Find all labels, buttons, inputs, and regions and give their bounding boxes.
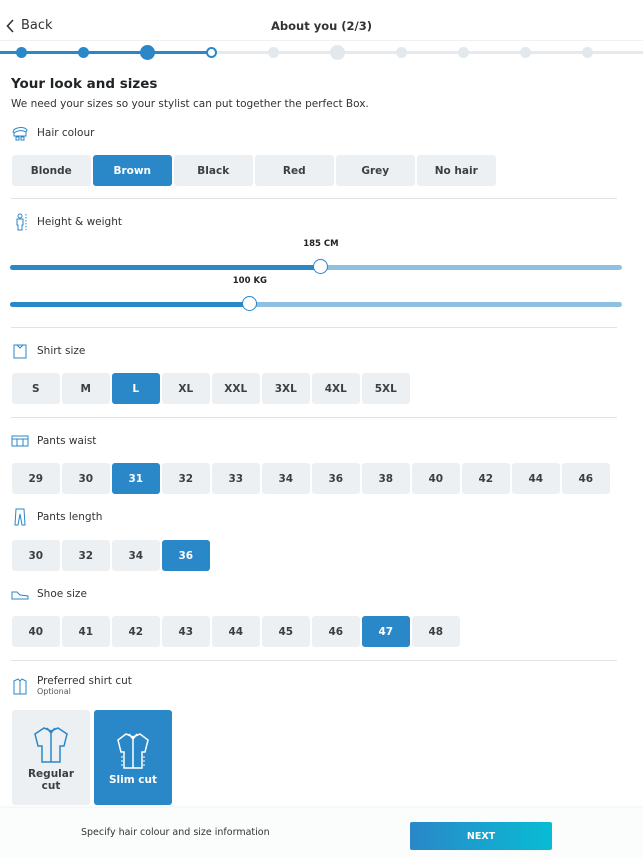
shoe-size-options: 40 41 42 43 44 45 46 47 48 bbox=[12, 616, 460, 647]
pants-waist-option[interactable]: 32 bbox=[162, 463, 210, 494]
pants-waist-option[interactable]: 38 bbox=[362, 463, 410, 494]
progress-step bbox=[15, 47, 27, 58]
shoe-size-option[interactable]: 46 bbox=[312, 616, 360, 647]
weight-slider-thumb[interactable] bbox=[242, 296, 258, 311]
pants-waist-option[interactable]: 44 bbox=[512, 463, 560, 494]
pants-length-options: 30 32 34 36 bbox=[12, 540, 210, 571]
hair-colour-option[interactable]: Brown bbox=[93, 155, 172, 186]
height-weight-label: Height & weight bbox=[11, 213, 122, 231]
pants-length-option[interactable]: 36 bbox=[162, 540, 210, 571]
page-header-title: About you (2/3) bbox=[270, 19, 373, 33]
progress-fill bbox=[0, 51, 211, 54]
pants-length-option[interactable]: 34 bbox=[112, 540, 160, 571]
hair-colour-option[interactable]: Red bbox=[255, 155, 334, 186]
shirt-size-options: S M L XL XXL 3XL 4XL 5XL bbox=[12, 373, 410, 404]
person-icon bbox=[16, 213, 27, 231]
pants-waist-options: 29 30 31 32 33 34 36 38 40 42 44 46 bbox=[12, 463, 610, 494]
weight-slider[interactable]: 100 KG bbox=[10, 276, 622, 311]
waist-icon bbox=[11, 435, 29, 447]
shirt-size-option[interactable]: 5XL bbox=[362, 373, 410, 404]
pants-waist-option[interactable]: 31 bbox=[112, 463, 160, 494]
pants-waist-option[interactable]: 46 bbox=[562, 463, 610, 494]
pants-length-label: Pants length bbox=[11, 508, 102, 526]
shoe-size-label: Shoe size bbox=[11, 585, 87, 603]
shoe-size-option[interactable]: 47 bbox=[362, 616, 410, 647]
slim-shirt-icon bbox=[117, 732, 149, 769]
shoe-size-option[interactable]: 43 bbox=[162, 616, 210, 647]
pants-waist-option[interactable]: 36 bbox=[312, 463, 360, 494]
progress-step bbox=[205, 47, 217, 58]
pants-waist-option[interactable]: 40 bbox=[412, 463, 460, 494]
progress-step bbox=[457, 47, 469, 58]
progress-step bbox=[519, 47, 531, 58]
hair-colour-option[interactable]: Grey bbox=[336, 155, 415, 186]
shoe-size-option[interactable]: 41 bbox=[62, 616, 110, 647]
shirt-size-option[interactable]: 4XL bbox=[312, 373, 360, 404]
shoe-size-option[interactable]: 48 bbox=[412, 616, 460, 647]
regular-cut-option[interactable]: Regular cut bbox=[12, 710, 90, 805]
slim-cut-option[interactable]: Slim cut bbox=[94, 710, 172, 805]
hair-colour-option[interactable]: Blonde bbox=[12, 155, 91, 186]
regular-shirt-icon bbox=[34, 726, 68, 763]
shoe-size-option[interactable]: 44 bbox=[212, 616, 260, 647]
weight-value: 100 KG bbox=[232, 276, 268, 286]
next-button[interactable]: NEXT bbox=[410, 822, 552, 850]
pants-waist-option[interactable]: 33 bbox=[212, 463, 260, 494]
shirt-size-option[interactable]: XXL bbox=[212, 373, 260, 404]
shirt-icon bbox=[13, 344, 27, 359]
shirt-cut-icon bbox=[13, 677, 27, 694]
shirt-size-option[interactable]: 3XL bbox=[262, 373, 310, 404]
header-divider bbox=[0, 40, 643, 41]
pants-waist-option[interactable]: 42 bbox=[462, 463, 510, 494]
optional-note: Optional bbox=[37, 687, 71, 696]
progress-step bbox=[77, 47, 89, 58]
progress-step bbox=[267, 47, 279, 58]
height-slider-thumb[interactable] bbox=[313, 259, 329, 274]
shoe-size-option[interactable]: 45 bbox=[262, 616, 310, 647]
height-value: 185 CM bbox=[303, 239, 339, 249]
pants-waist-option[interactable]: 34 bbox=[262, 463, 310, 494]
progress-step bbox=[581, 47, 593, 58]
shoe-icon bbox=[11, 591, 29, 600]
progress-step bbox=[139, 45, 155, 60]
weight-slider-fill bbox=[10, 302, 250, 307]
height-slider-fill bbox=[10, 265, 321, 270]
page-title: Your look and sizes bbox=[11, 76, 158, 92]
shirt-size-option[interactable]: M bbox=[62, 373, 110, 404]
pants-icon bbox=[14, 508, 26, 526]
shirt-size-option[interactable]: XL bbox=[162, 373, 210, 404]
hair-colour-options: Blonde Brown Black Red Grey No hair bbox=[12, 155, 496, 186]
footer-hint: Specify hair colour and size information bbox=[81, 827, 270, 838]
shirt-cut-label: Preferred shirt cut Optional bbox=[11, 675, 132, 696]
page-subtitle: We need your sizes so your stylist can p… bbox=[11, 98, 369, 110]
pants-length-option[interactable]: 30 bbox=[12, 540, 60, 571]
hair-colour-option[interactable]: Black bbox=[174, 155, 253, 186]
progress-step bbox=[395, 47, 407, 58]
divider bbox=[11, 417, 617, 418]
pants-waist-option[interactable]: 29 bbox=[12, 463, 60, 494]
pants-waist-option[interactable]: 30 bbox=[62, 463, 110, 494]
progress-step bbox=[329, 45, 345, 60]
divider bbox=[11, 327, 617, 328]
hair-colour-option[interactable]: No hair bbox=[417, 155, 496, 186]
divider bbox=[11, 198, 617, 199]
height-slider[interactable]: 185 CM bbox=[10, 239, 622, 274]
pants-length-option[interactable]: 32 bbox=[62, 540, 110, 571]
pants-waist-label: Pants waist bbox=[11, 432, 96, 450]
shirt-size-option[interactable]: S bbox=[12, 373, 60, 404]
shoe-size-option[interactable]: 40 bbox=[12, 616, 60, 647]
shirt-size-label: Shirt size bbox=[11, 342, 85, 360]
shoe-size-option[interactable]: 42 bbox=[112, 616, 160, 647]
divider bbox=[11, 660, 617, 661]
shirt-size-option[interactable]: L bbox=[112, 373, 160, 404]
hair-colour-label: Hair colour bbox=[11, 124, 94, 142]
hair-icon bbox=[12, 127, 28, 141]
